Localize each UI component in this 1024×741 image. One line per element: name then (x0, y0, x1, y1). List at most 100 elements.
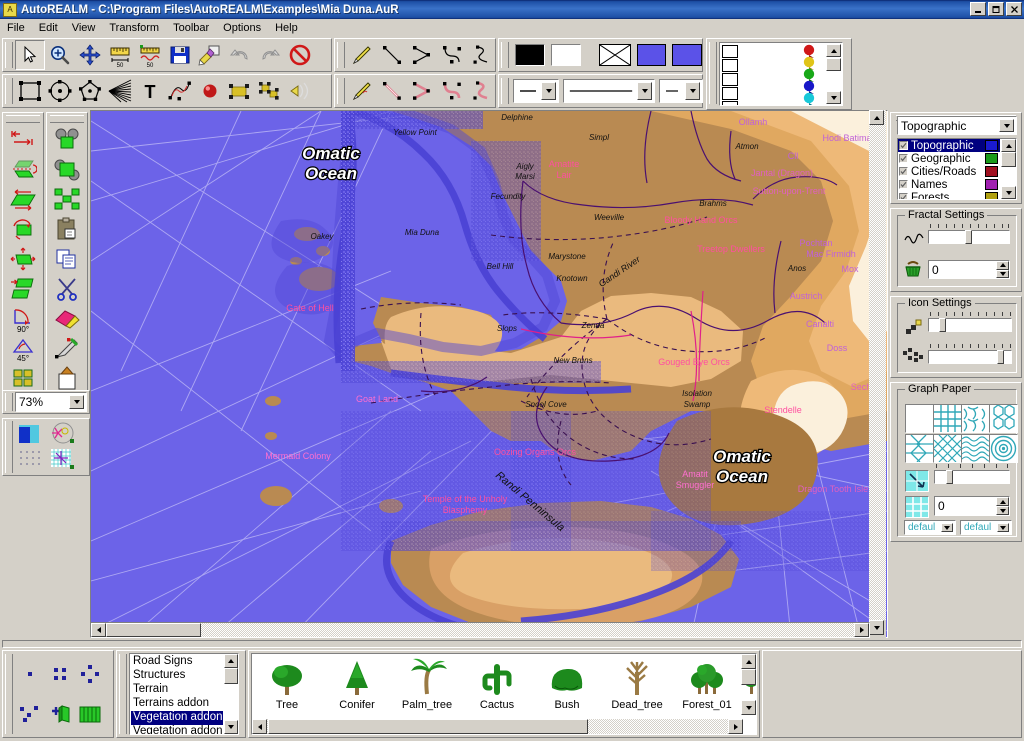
icon-density-slider-thumb[interactable] (997, 350, 1004, 364)
toolbar-grip[interactable] (709, 42, 717, 104)
snap-arrow-icon[interactable] (905, 470, 929, 492)
duplicate-tool[interactable] (52, 125, 82, 155)
symbol-dead-tree[interactable]: Dead_tree (602, 656, 672, 711)
cut-tool[interactable] (52, 274, 82, 304)
category-scroll-up[interactable] (224, 654, 238, 668)
no-fill-swatch[interactable] (599, 44, 631, 66)
close-button[interactable] (1006, 2, 1022, 16)
horn-tool[interactable] (285, 76, 315, 106)
toolbar-grip[interactable] (501, 42, 509, 68)
hatch-fill-swatch[interactable] (47, 447, 79, 473)
icon-size-slider-thumb[interactable] (939, 318, 946, 332)
symbol-strip-vthumb[interactable] (741, 669, 756, 685)
symbol-strip-scroll-down[interactable] (741, 700, 756, 715)
chevron-down-icon[interactable] (999, 119, 1014, 132)
symbol-strip-hscrollbar[interactable] (252, 719, 743, 734)
symbol-category-list[interactable]: Road Signs Structures Terrain Terrains a… (129, 653, 239, 735)
map-scroll-up-button[interactable] (869, 110, 884, 125)
snap-slider-thumb[interactable] (946, 470, 953, 484)
select-tool[interactable] (15, 40, 45, 70)
chevron-down-icon[interactable] (685, 82, 700, 100)
icon-size-slider[interactable] (928, 318, 1012, 332)
shear-tool[interactable] (8, 185, 38, 215)
grid-size-down[interactable] (996, 506, 1009, 515)
layer-select-combo[interactable]: Topographic (897, 116, 1017, 135)
category-scroll-down[interactable] (224, 720, 238, 734)
fractal-spline-tool[interactable] (467, 76, 497, 106)
bezier-tool[interactable] (437, 40, 467, 70)
book-shelf-icon[interactable] (75, 694, 105, 734)
redo-button[interactable] (255, 40, 285, 70)
zoom-combo[interactable]: 73% (15, 392, 87, 412)
menu-item-file[interactable]: File (0, 21, 32, 35)
toolbar-grip[interactable] (5, 654, 13, 734)
toolbar-grip[interactable] (337, 42, 345, 68)
pattern-hex-horizontal[interactable] (989, 404, 1018, 433)
eyedropper-tool[interactable] (52, 333, 82, 363)
star-fill-swatch[interactable] (47, 421, 79, 447)
layer-row-names[interactable]: Names (898, 178, 1000, 191)
menu-item-view[interactable]: View (65, 21, 103, 35)
chevron-down-icon[interactable] (941, 523, 953, 532)
layer-color-swatch[interactable] (985, 140, 998, 151)
zoom-tool[interactable] (45, 40, 75, 70)
roughness-slider-thumb[interactable] (965, 230, 972, 244)
toolbar-grip[interactable] (501, 78, 509, 104)
unit-left-combo[interactable]: defaul (904, 520, 956, 535)
fractal-freehand-tool[interactable] (347, 76, 377, 106)
pattern-concentric[interactable] (989, 434, 1018, 463)
fill-color-swatch-2[interactable] (672, 44, 702, 66)
place-single-symbol[interactable] (15, 654, 45, 694)
align-tool[interactable] (8, 363, 38, 393)
fractal-polyline-tool[interactable] (407, 76, 437, 106)
layers-list[interactable]: Topographic Geographic Cities/Roads Name… (897, 138, 1017, 200)
fractal-seed-spinner[interactable]: 0 (928, 260, 1010, 279)
menu-item-options[interactable]: Options (216, 21, 268, 35)
fractal-line-tool2[interactable] (377, 76, 407, 106)
circle-tool[interactable] (45, 76, 75, 106)
toolbar-grip[interactable] (337, 78, 345, 104)
place-diamond-symbols[interactable] (75, 654, 105, 694)
toolbar-grip[interactable] (6, 115, 40, 123)
map-vscrollbar[interactable] (869, 110, 886, 620)
grid-size-up[interactable] (996, 497, 1009, 506)
category-structures[interactable]: Structures (131, 669, 223, 683)
layer-color-swatch[interactable] (985, 153, 998, 164)
layers-scroll-thumb[interactable] (1001, 152, 1016, 167)
rectangle-tool[interactable] (15, 76, 45, 106)
layer-row-geographic[interactable]: Geographic (898, 152, 1000, 165)
line-tool[interactable] (377, 40, 407, 70)
toolbar-grip[interactable] (50, 115, 84, 123)
layers-scroll-up[interactable] (1001, 139, 1016, 152)
freehand-tool[interactable] (347, 40, 377, 70)
background-color-swatch[interactable] (551, 44, 581, 66)
rotate-90-tool[interactable]: 90° (8, 304, 38, 334)
pattern-square-grid[interactable] (933, 404, 962, 433)
fan-tool[interactable] (105, 76, 135, 106)
menu-item-edit[interactable]: Edit (32, 21, 65, 35)
undo-button[interactable] (225, 40, 255, 70)
layer-row-forests[interactable]: Forests (898, 191, 1000, 200)
category-terrain[interactable]: Terrain (131, 683, 223, 697)
category-vegetation-addon[interactable]: Vegetation addon (131, 711, 223, 725)
distribute-tool[interactable] (52, 185, 82, 215)
symbol-strip-scroll-up[interactable] (741, 654, 756, 669)
dotted-fill-swatch[interactable] (15, 447, 47, 473)
category-vegetation-addon-2[interactable]: Vegetation addon 2 (131, 725, 223, 735)
chevron-down-icon[interactable] (997, 523, 1009, 532)
foreground-color-swatch[interactable] (515, 44, 545, 66)
chevron-down-icon[interactable] (541, 82, 556, 100)
pan-tool[interactable] (75, 40, 105, 70)
checkbox-icon[interactable] (899, 154, 908, 163)
pattern-hex-vertical[interactable] (961, 404, 990, 433)
checkbox-icon[interactable] (899, 141, 908, 150)
symbol-strip-scroll-left[interactable] (252, 719, 267, 734)
clipboard-tool[interactable] (52, 363, 82, 393)
fractal-line-tool[interactable] (165, 76, 195, 106)
polyline-tool[interactable] (407, 40, 437, 70)
menu-item-transform[interactable]: Transform (102, 21, 166, 35)
fill-color-swatch-1[interactable] (637, 44, 667, 66)
ungroup-tool[interactable] (255, 76, 285, 106)
layer-row-topographic[interactable]: Topographic (898, 139, 1000, 152)
unit-right-combo[interactable]: defaul (960, 520, 1012, 535)
